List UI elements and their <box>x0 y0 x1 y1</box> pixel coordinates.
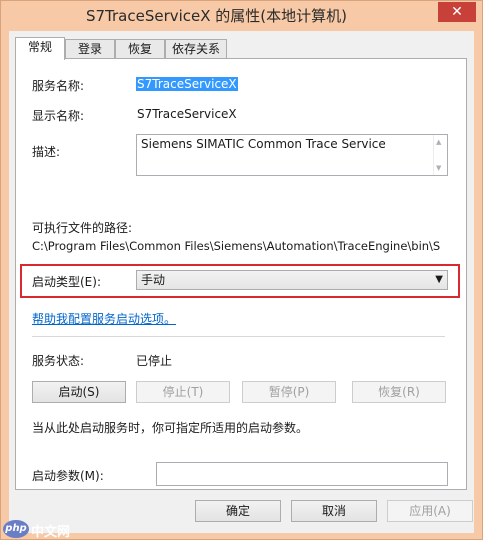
stop-button[interactable]: 停止(T) <box>136 381 230 403</box>
service-status-label: 服务状态: <box>32 354 85 368</box>
divider <box>32 336 445 337</box>
close-icon: ✕ <box>451 4 463 20</box>
description-label: 描述: <box>32 145 61 159</box>
startup-type-select[interactable]: 手动 ▼ <box>136 270 448 290</box>
description-field[interactable]: Siemens SIMATIC Common Trace Service ▲ ▼ <box>136 134 448 176</box>
title-bar[interactable]: S7TraceServiceX 的属性(本地计算机) ✕ <box>1 1 482 31</box>
php-logo-icon: php <box>3 520 29 538</box>
exe-path-label: 可执行文件的路径: <box>32 221 133 235</box>
pause-button[interactable]: 暂停(P) <box>242 381 336 403</box>
close-button[interactable]: ✕ <box>438 2 476 22</box>
watermark-text: 中文网 <box>31 525 71 540</box>
exe-path-value[interactable]: C:\Program Files\Common Files\Siemens\Au… <box>32 239 460 253</box>
description-scrollbar[interactable]: ▲ ▼ <box>433 135 447 175</box>
apply-button[interactable]: 应用(A) <box>387 500 473 522</box>
start-params-label: 启动参数(M): <box>32 469 104 483</box>
help-config-link[interactable]: 帮助我配置服务启动选项。 <box>32 310 176 327</box>
service-name-label: 服务名称: <box>32 79 85 93</box>
resume-button[interactable]: 恢复(R) <box>352 381 446 403</box>
ok-button[interactable]: 确定 <box>195 500 281 522</box>
scroll-down-icon[interactable]: ▼ <box>436 164 441 172</box>
service-name-value[interactable]: S7TraceServiceX <box>136 77 238 91</box>
chevron-down-icon: ▼ <box>435 274 443 285</box>
dialog-client-area: 常规 登录 恢复 依存关系 服务名称: S7TraceServiceX 显示名称… <box>9 31 474 533</box>
start-params-input[interactable] <box>156 462 448 486</box>
general-tab-panel: 服务名称: S7TraceServiceX 显示名称: S7TraceServi… <box>15 58 467 490</box>
tab-recovery[interactable]: 恢复 <box>115 39 165 59</box>
startup-type-label: 启动类型(E): <box>32 275 101 289</box>
startup-type-value: 手动 <box>141 273 166 287</box>
start-button[interactable]: 启动(S) <box>32 381 126 403</box>
window-title: S7TraceServiceX 的属性(本地计算机) <box>85 7 348 25</box>
cancel-button[interactable]: 取消 <box>291 500 377 522</box>
start-params-hint: 当从此处启动服务时，你可指定所适用的启动参数。 <box>32 421 309 435</box>
description-value: Siemens SIMATIC Common Trace Service <box>141 137 386 151</box>
tab-logon[interactable]: 登录 <box>65 39 115 59</box>
scroll-up-icon[interactable]: ▲ <box>436 138 441 146</box>
tab-general[interactable]: 常规 <box>15 37 65 60</box>
php-watermark-logo: php 中文网 <box>3 519 83 540</box>
display-name-value[interactable]: S7TraceServiceX <box>137 107 237 121</box>
properties-dialog: S7TraceServiceX 的属性(本地计算机) ✕ 常规 登录 恢复 依存… <box>0 0 483 540</box>
tab-strip: 常规 登录 恢复 依存关系 <box>15 37 475 60</box>
display-name-label: 显示名称: <box>32 109 85 123</box>
tab-dependencies[interactable]: 依存关系 <box>165 39 227 59</box>
service-status-value: 已停止 <box>136 354 173 368</box>
